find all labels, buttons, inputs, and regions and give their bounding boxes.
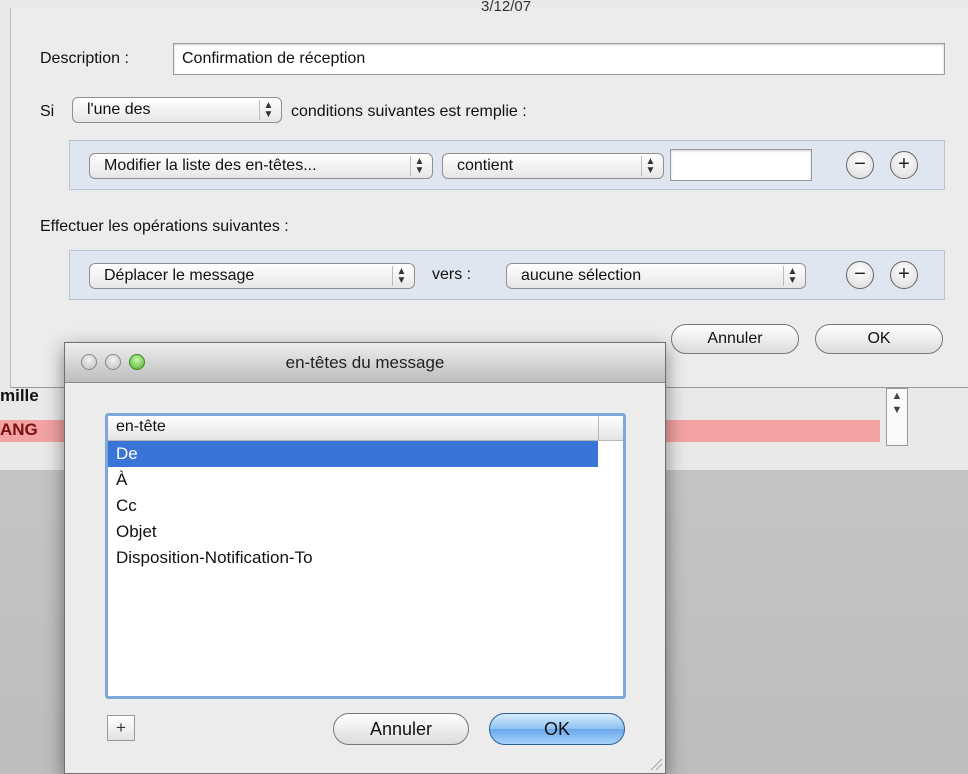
scroll-down-icon[interactable]: ▼ xyxy=(887,403,907,417)
dialog-cancel-button[interactable]: Annuler xyxy=(333,713,469,745)
column-divider xyxy=(598,416,599,440)
background-scrollbar[interactable]: ▲ ▼ xyxy=(886,388,908,446)
table-row[interactable]: Cc xyxy=(108,493,623,519)
popup-arrows-icon: ▲ ▼ xyxy=(392,266,410,286)
background-row-text: ANG xyxy=(0,420,38,439)
rule-sheet: 3/12/07 Description : Confirmation de ré… xyxy=(10,0,968,388)
description-label: Description : xyxy=(40,50,129,67)
si-label: Si xyxy=(40,103,55,120)
headers-dialog: en-têtes du message en-tête De À Cc Obje… xyxy=(64,342,666,774)
window-title-date: 3/12/07 xyxy=(481,0,532,15)
condition-operator-value: contient xyxy=(457,157,514,174)
dialog-ok-button[interactable]: OK xyxy=(489,713,625,745)
action-target-value: aucune sélection xyxy=(521,267,642,284)
table-row[interactable]: À xyxy=(108,467,623,493)
add-action-button[interactable]: + xyxy=(890,261,918,289)
table-row[interactable]: Disposition-Notification-To xyxy=(108,545,623,571)
minus-icon: − xyxy=(854,263,866,285)
actions-label: Effectuer les opérations suivantes : xyxy=(40,218,289,235)
add-header-button[interactable]: + xyxy=(107,715,135,741)
headers-table[interactable]: en-tête De À Cc Objet Disposition-Notifi… xyxy=(105,413,626,699)
table-header[interactable]: en-tête xyxy=(108,416,623,441)
scroll-up-icon[interactable]: ▲ xyxy=(887,389,907,403)
plus-icon: + xyxy=(898,263,910,285)
table-row[interactable]: De xyxy=(108,441,598,467)
resize-grip-icon[interactable] xyxy=(649,757,663,771)
vers-label: vers : xyxy=(432,266,472,283)
action-operation-popup[interactable]: Déplacer le message ▲ ▼ xyxy=(89,263,415,289)
condition-mode-value: l'une des xyxy=(87,101,151,118)
condition-value-field[interactable] xyxy=(670,149,812,181)
add-condition-button[interactable]: + xyxy=(890,151,918,179)
sheet-cancel-button[interactable]: Annuler xyxy=(671,324,799,354)
dialog-titlebar[interactable]: en-têtes du message xyxy=(65,343,665,383)
plus-icon: + xyxy=(898,153,910,175)
popup-arrows-icon: ▲ ▼ xyxy=(783,266,801,286)
condition-suffix-label: conditions suivantes est remplie : xyxy=(291,103,527,120)
condition-operator-popup[interactable]: contient ▲ ▼ xyxy=(442,153,664,179)
condition-field-popup[interactable]: Modifier la liste des en-têtes... ▲ ▼ xyxy=(89,153,433,179)
condition-field-value: Modifier la liste des en-têtes... xyxy=(104,157,317,174)
condition-mode-popup[interactable]: l'une des ▲ ▼ xyxy=(72,97,282,123)
popup-arrows-icon: ▲ ▼ xyxy=(410,156,428,176)
condition-row: Modifier la liste des en-têtes... ▲ ▼ con… xyxy=(69,140,945,190)
popup-arrows-icon: ▲ ▼ xyxy=(641,156,659,176)
popup-arrows-icon: ▲ ▼ xyxy=(259,100,277,120)
dialog-title: en-têtes du message xyxy=(285,353,445,372)
plus-icon: + xyxy=(116,718,126,737)
remove-condition-button[interactable]: − xyxy=(846,151,874,179)
column-header-en-tete: en-tête xyxy=(116,418,166,435)
action-operation-value: Déplacer le message xyxy=(104,267,255,284)
table-row[interactable]: Objet xyxy=(108,519,623,545)
sheet-ok-button[interactable]: OK xyxy=(815,324,943,354)
action-row: Déplacer le message ▲ ▼ vers : aucune sél… xyxy=(69,250,945,300)
background-row-text: mille xyxy=(0,386,39,405)
description-field[interactable]: Confirmation de réception xyxy=(173,43,945,75)
action-target-popup[interactable]: aucune sélection ▲ ▼ xyxy=(506,263,806,289)
minus-icon: − xyxy=(854,153,866,175)
remove-action-button[interactable]: − xyxy=(846,261,874,289)
